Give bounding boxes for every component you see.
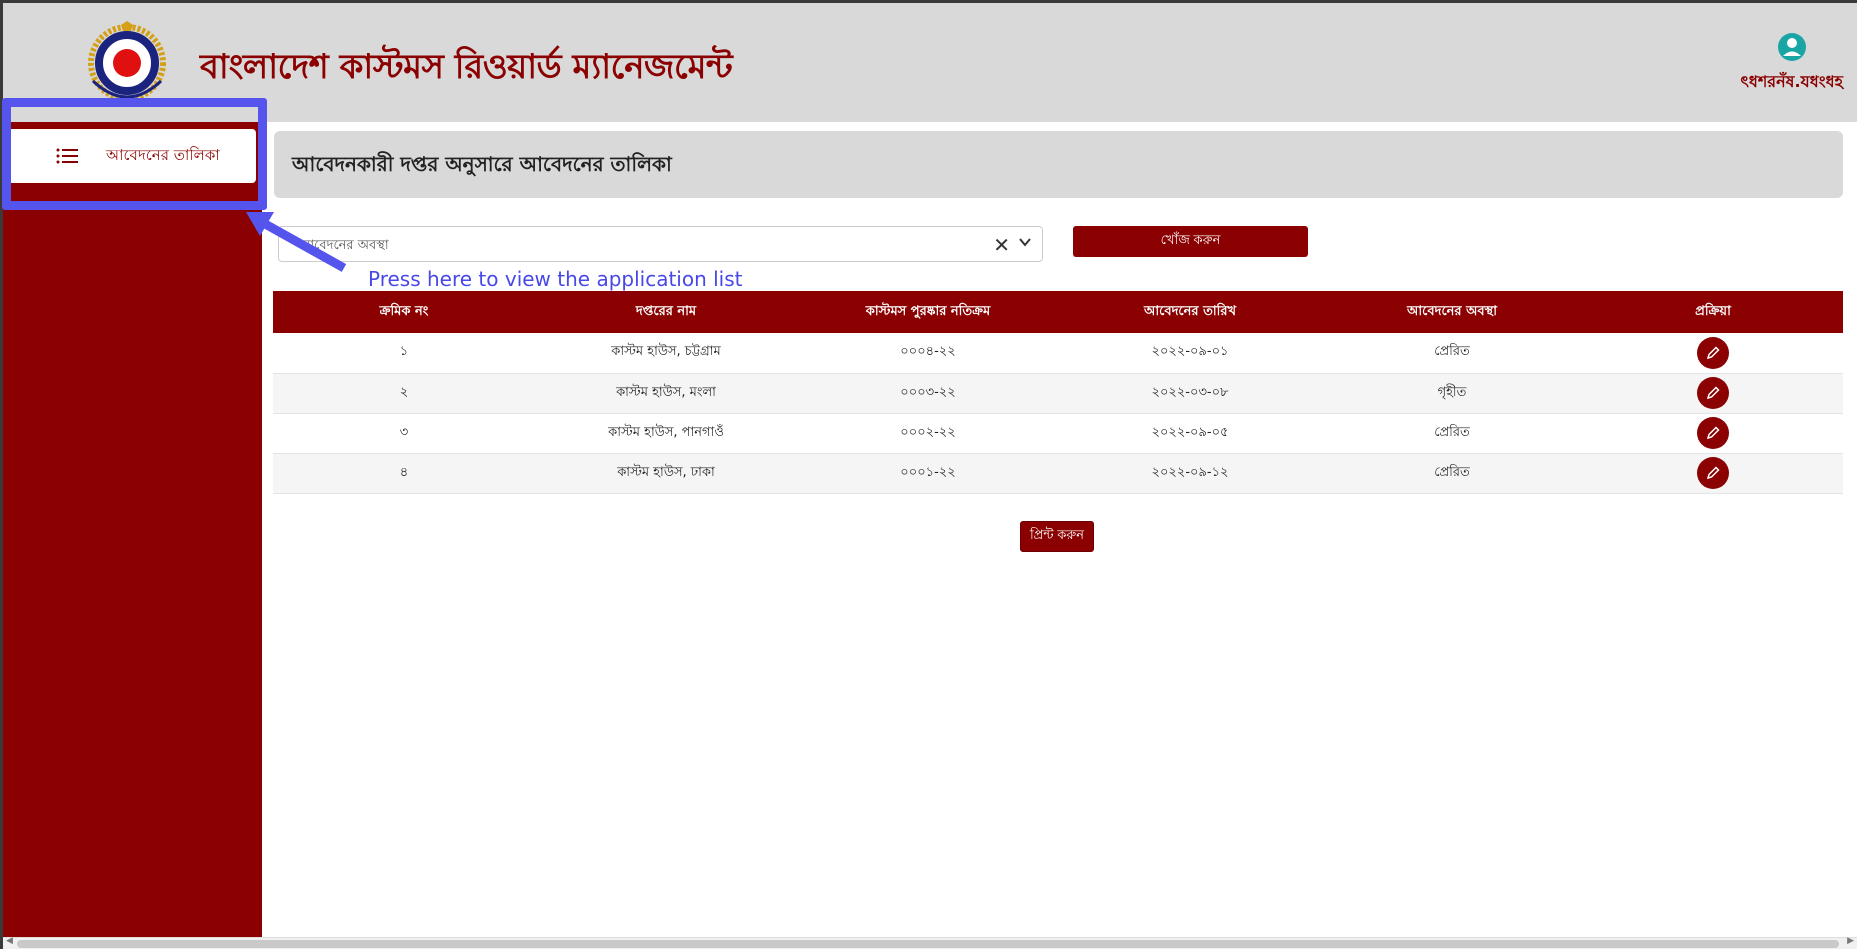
cell-action [1583, 413, 1843, 454]
customs-logo [88, 21, 166, 102]
table-row: ১ কাস্টম হাউস, চট্টগ্রাম ০০০৪-২২ ২০২২-০৯… [273, 333, 1843, 374]
cell-serial: ৩ [273, 413, 535, 454]
search-button[interactable]: খোঁজ করুন [1073, 226, 1308, 257]
column-header-reference: কাস্টমস পুরষ্কার নতিক্রম [797, 291, 1059, 333]
cell-office: কাস্টম হাউস, মংলা [535, 373, 797, 414]
cell-status: গৃহীত [1321, 373, 1583, 414]
cell-office: কাস্টম হাউস, ঢাকা [535, 453, 797, 494]
applications-table: ক্রমিক নং দপ্তরের নাম কাস্টমস পুরষ্কার ন… [273, 291, 1843, 494]
tutorial-arrow-icon [246, 212, 347, 272]
pencil-icon [1706, 426, 1720, 440]
column-header-date: আবেদনের তারিখ [1059, 291, 1321, 333]
cell-status: প্রেরিত [1321, 453, 1583, 494]
cell-date: ২০২২-০৯-১২ [1059, 453, 1321, 494]
cell-date: ২০২২-০৯-০৫ [1059, 413, 1321, 454]
sidebar-item-label: আবেদনের তালিকা [106, 145, 220, 164]
cell-reference: ০০০৪-২২ [797, 333, 1059, 374]
cell-action [1583, 333, 1843, 374]
edit-button[interactable] [1697, 417, 1729, 449]
cell-reference: ০০০২-২২ [797, 413, 1059, 454]
table-row: ৩ কাস্টম হাউস, পানগাওঁ ০০০২-২২ ২০২২-০৯-০… [273, 413, 1843, 454]
column-header-serial: ক্রমিক নং [273, 291, 535, 333]
edit-button[interactable] [1697, 377, 1729, 409]
list-icon [56, 148, 78, 164]
table-row: ২ কাস্টম হাউস, মংলা ০০০৩-২২ ২০২২-০৩-০৮ গ… [273, 373, 1843, 414]
user-avatar-icon[interactable] [1777, 32, 1807, 62]
cell-reference: ০০০১-২২ [797, 453, 1059, 494]
table-header-row: ক্রমিক নং দপ্তরের নাম কাস্টমস পুরষ্কার ন… [273, 291, 1843, 333]
horizontal-scrollbar[interactable]: ◀ ▶ [3, 936, 1857, 949]
pencil-icon [1706, 466, 1720, 480]
print-button[interactable]: প্রিন্ট করুন [1020, 521, 1094, 552]
sidebar [3, 122, 262, 937]
cell-date: ২০২২-০৩-০৮ [1059, 373, 1321, 414]
sidebar-item-application-list[interactable]: আবেদনের তালিকা [8, 129, 256, 183]
cell-serial: ২ [273, 373, 535, 414]
cell-serial: ১ [273, 333, 535, 374]
page-title: আবেদনকারী দপ্তর অনুসারে আবেদনের তালিকা [292, 152, 672, 176]
column-header-status: আবেদনের অবস্থা [1321, 291, 1583, 333]
cell-action [1583, 453, 1843, 494]
cell-action [1583, 373, 1843, 414]
cell-reference: ০০০৩-২২ [797, 373, 1059, 414]
page-heading-panel: আবেদনকারী দপ্তর অনুসারে আবেদনের তালিকা [274, 131, 1843, 198]
tutorial-hint-text: Press here to view the application list [368, 267, 743, 291]
clear-icon[interactable]: ✕ [993, 233, 1010, 257]
username[interactable]: ৎধশরনঁষ.যধংধহ [1740, 69, 1843, 96]
cell-date: ২০২২-০৯-০১ [1059, 333, 1321, 374]
scroll-left-icon[interactable]: ◀ [6, 936, 13, 946]
table-row: ৪ কাস্টম হাউস, ঢাকা ০০০১-২২ ২০২২-০৯-১২ প… [273, 453, 1843, 494]
edit-button[interactable] [1697, 457, 1729, 489]
cell-serial: ৪ [273, 453, 535, 494]
scrollbar-thumb[interactable] [17, 940, 1839, 948]
cell-office: কাস্টম হাউস, চট্টগ্রাম [535, 333, 797, 374]
cell-status: প্রেরিত [1321, 333, 1583, 374]
edit-button[interactable] [1697, 336, 1729, 369]
chevron-down-icon[interactable] [1018, 234, 1032, 253]
column-header-action: প্রক্রিয়া [1583, 291, 1843, 333]
pencil-icon [1706, 346, 1720, 359]
column-header-office: দপ্তরের নাম [535, 291, 797, 333]
app-title: বাংলাদেশ কাস্টমস রিওয়ার্ড ম্যানেজমেন্ট [200, 47, 733, 87]
sidebar-top-strip [3, 104, 262, 122]
top-header: বাংলাদেশ কাস্টমস রিওয়ার্ড ম্যানেজমেন্ট … [3, 3, 1857, 122]
scroll-right-icon[interactable]: ▶ [1847, 936, 1854, 946]
pencil-icon [1706, 386, 1720, 400]
cell-status: প্রেরিত [1321, 413, 1583, 454]
status-filter-select[interactable]: আবেদনের অবস্থা ✕ [278, 226, 1043, 262]
cell-office: কাস্টম হাউস, পানগাওঁ [535, 413, 797, 454]
